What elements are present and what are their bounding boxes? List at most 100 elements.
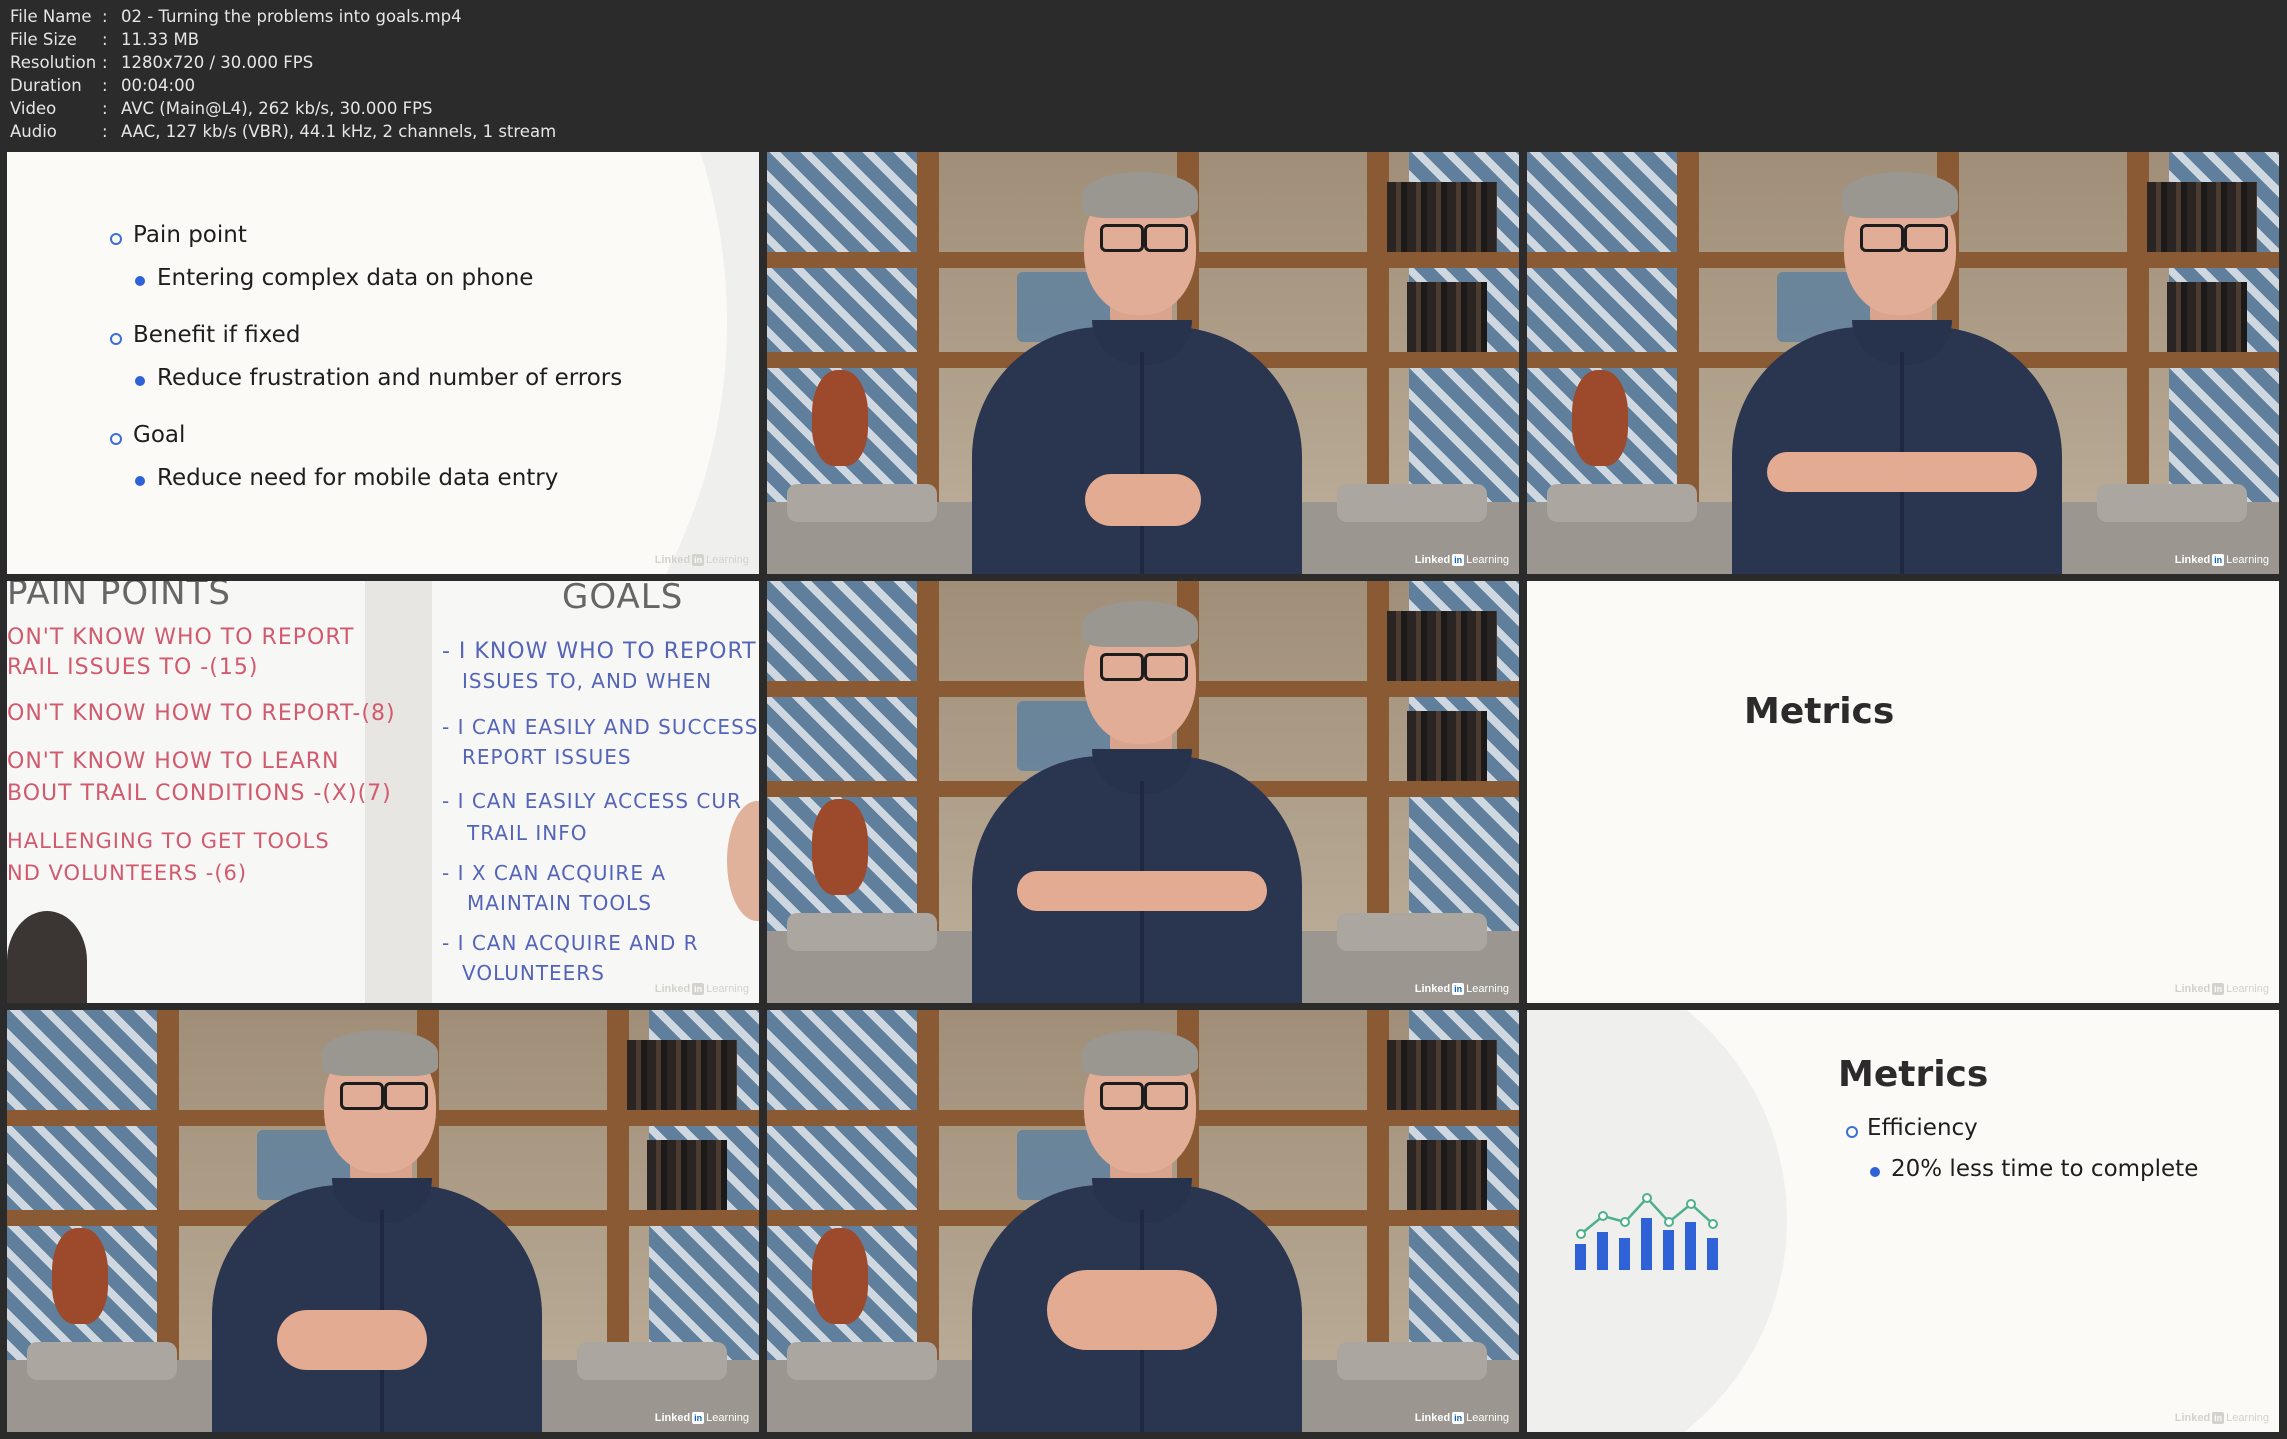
hands [277, 1310, 427, 1370]
hair [1082, 172, 1198, 218]
thumbnail-presenter-3[interactable]: Linked in Learning [767, 581, 1519, 1003]
thumbnail-presenter-1[interactable]: Linked in Learning [767, 152, 1519, 574]
hair [1082, 1030, 1198, 1076]
glasses [340, 1082, 384, 1110]
chart-icon-bar [1575, 1244, 1586, 1270]
glasses [1100, 1082, 1144, 1110]
watermark-text: Linked [1414, 554, 1451, 566]
watermark-text: Learning [1466, 983, 1509, 995]
slide-title-metrics: Metrics [1838, 1054, 1989, 1095]
hair [1842, 172, 1958, 218]
whiteboard-line: ON'T KNOW WHO TO REPORT [7, 625, 355, 650]
linkedin-learning-watermark: Linked in Learning [1415, 983, 1509, 995]
glasses [1904, 224, 1948, 252]
linkedin-learning-watermark: Linked in Learning [1415, 554, 1509, 566]
watermark-text: Learning [1466, 1412, 1509, 1424]
watermark-text: Learning [2226, 1412, 2269, 1424]
whiteboard-line: BOUT TRAIL CONDITIONS -(X)(7) [7, 781, 392, 806]
linkedin-learning-watermark: Linked in Learning [655, 983, 749, 995]
watermark-text: Learning [706, 983, 749, 995]
chart-icon-bar [1597, 1232, 1608, 1270]
shirt-placket [1140, 352, 1144, 574]
chart-icon-point [1620, 1217, 1630, 1227]
whiteboard-line: TRAIL INFO [467, 821, 588, 845]
chart-icon-bar [1641, 1218, 1652, 1270]
chart-icon-bar [1685, 1222, 1696, 1270]
thumbnail-presenter-2[interactable]: Linked in Learning [1527, 152, 2279, 574]
watermark-text: Linked [1414, 983, 1451, 995]
linkedin-learning-watermark: Linked in Learning [2175, 554, 2269, 566]
thumbnail-slide-pain-point[interactable]: Pain point Entering complex data on phon… [7, 152, 759, 574]
watermark-text: Linked [654, 983, 691, 995]
bullet-goal-detail: Reduce need for mobile data entry [157, 465, 559, 491]
ring-bullet-icon [1846, 1126, 1858, 1138]
glasses [1144, 653, 1188, 681]
linkedin-logo-icon: in [2212, 983, 2225, 995]
linkedin-logo-icon: in [1452, 554, 1465, 566]
ring-bullet-icon [110, 333, 122, 345]
glasses [384, 1082, 428, 1110]
bar-line-chart-icon [1575, 1193, 1718, 1270]
linkedin-logo-icon: in [1452, 1412, 1465, 1424]
presenter [767, 581, 1519, 1003]
linkedin-learning-watermark: Linked in Learning [655, 554, 749, 566]
whiteboard-line: RAIL ISSUES TO -(15) [7, 655, 259, 680]
whiteboard-line: ISSUES TO, AND WHEN [462, 669, 713, 693]
watermark-text: Linked [2174, 1412, 2211, 1424]
presenter [1527, 152, 2279, 574]
slide-arc-shape [7, 152, 727, 574]
hands [1047, 1270, 1217, 1350]
whiteboard-line: ND VOLUNTEERS -(6) [7, 861, 248, 885]
watermark-text: Linked [1414, 1412, 1451, 1424]
thumbnail-slide-metrics-efficiency[interactable]: Metrics Efficiency 20% less time to comp… [1527, 1010, 2279, 1432]
presenter [767, 1010, 1519, 1432]
thumbnail-presenter-5[interactable]: Linked in Learning [767, 1010, 1519, 1432]
whiteboard-line: - I CAN ACQUIRE AND R [442, 931, 699, 955]
whiteboard-line: - I CAN EASILY ACCESS CUR [442, 789, 742, 813]
whiteboard-line: ON'T KNOW HOW TO LEARN [7, 749, 340, 774]
file-info-panel: File Name:02 - Turning the problems into… [0, 0, 2287, 150]
bullet-goal: Goal [133, 422, 186, 448]
audience-head [7, 911, 87, 1003]
linkedin-logo-icon: in [2212, 554, 2225, 566]
thumbnail-presenter-4[interactable]: Linked in Learning [7, 1010, 759, 1432]
chart-icon-point [1642, 1193, 1652, 1203]
ring-bullet-icon [110, 233, 122, 245]
chart-icon-bar [1619, 1238, 1630, 1270]
linkedin-logo-icon: in [692, 1412, 705, 1424]
whiteboard-heading-pain-points: PAIN POINTS [7, 581, 231, 613]
linkedin-learning-watermark: Linked in Learning [2175, 983, 2269, 995]
chart-icon-bar [1663, 1230, 1674, 1270]
whiteboard-line: - I KNOW WHO TO REPORT [442, 639, 757, 664]
bullet-benefit-detail: Reduce frustration and number of errors [157, 365, 623, 391]
watermark-text: Learning [2226, 554, 2269, 566]
hands [1085, 474, 1201, 526]
watermark-text: Learning [706, 1412, 749, 1424]
chart-icon-bar [1707, 1238, 1718, 1270]
linkedin-logo-icon: in [692, 554, 705, 566]
watermark-text: Learning [706, 554, 749, 566]
chart-icon-point [1576, 1229, 1586, 1239]
bullet-pain-point: Pain point [133, 222, 247, 248]
bullet-pain-point-detail: Entering complex data on phone [157, 265, 534, 291]
glasses [1100, 224, 1144, 252]
linkedin-logo-icon: in [2212, 1412, 2225, 1424]
chart-icon-point [1708, 1219, 1718, 1229]
linkedin-logo-icon: in [1452, 983, 1465, 995]
dot-bullet-icon [135, 376, 145, 386]
glasses [1860, 224, 1904, 252]
whiteboard-heading-goals: GOALS [562, 581, 684, 617]
thumbnail-whiteboard[interactable]: PAIN POINTS ON'T KNOW WHO TO REPORT RAIL… [7, 581, 759, 1003]
watermark-text: Linked [2174, 554, 2211, 566]
whiteboard-line: - I CAN EASILY AND SUCCESS [442, 715, 759, 739]
thumbnail-slide-metrics-title[interactable]: Metrics Linked in Learning [1527, 581, 2279, 1003]
chart-icon-point [1686, 1199, 1696, 1209]
linkedin-learning-watermark: Linked in Learning [2175, 1412, 2269, 1424]
watermark-text: Linked [2174, 983, 2211, 995]
bullet-efficiency-detail: 20% less time to complete [1891, 1156, 2199, 1182]
glasses [1100, 653, 1144, 681]
whiteboard-line: VOLUNTEERS [462, 961, 605, 985]
presenter [7, 1010, 759, 1432]
presenter [767, 152, 1519, 574]
watermark-text: Learning [2226, 983, 2269, 995]
